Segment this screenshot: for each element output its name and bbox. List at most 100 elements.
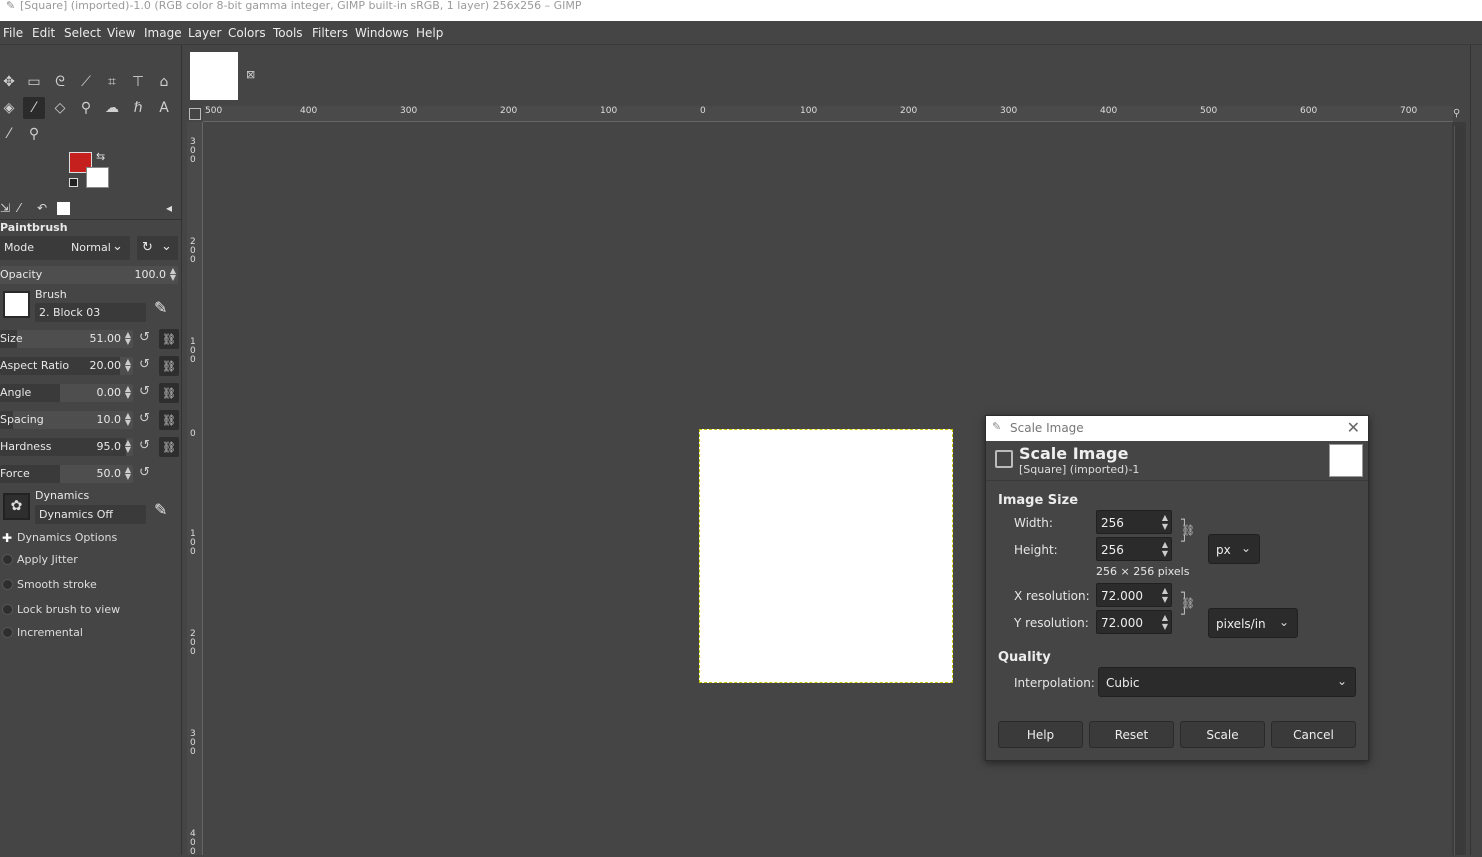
images-tab-icon[interactable] [57,202,70,215]
spin-arrows-icon[interactable]: ▲ ▼ [125,412,131,427]
force-slider[interactable]: Force 50.0 ▲ ▼ [0,465,133,483]
spacing-slider[interactable]: Spacing 10.0 ▲ ▼ [0,411,133,429]
link-hardness-icon[interactable]: ⛓ [159,437,179,457]
chain-link-size-icon[interactable]: ┐ ⛓ ┘ [1181,514,1195,547]
spin-arrows-icon[interactable]: ▲ ▼ [125,331,131,346]
paintbrush-tool-icon[interactable]: ⁄ [23,97,45,119]
scale-button[interactable]: Scale [1180,721,1265,748]
text-tool-icon[interactable]: A [153,97,175,119]
menu-file[interactable]: File [3,26,23,40]
image-tab-thumbnail[interactable] [190,52,238,100]
spin-arrows-icon[interactable]: ▲ ▼ [125,358,131,373]
dialog-titlebar[interactable]: ✎ Scale Image ✕ [986,416,1368,441]
dynamics-field[interactable]: Dynamics Off [35,505,146,524]
crop-tool-icon[interactable]: ⌗ [101,71,123,93]
width-input[interactable]: 256 ▲ ▼ [1096,510,1172,534]
chain-link-resolution-icon[interactable]: ┐ ⛓ ┘ [1181,587,1195,620]
fuzzy-select-tool-icon[interactable]: ⟋ [75,71,97,93]
rect-select-tool-icon[interactable]: ▭ [23,71,45,93]
device-status-tab-icon[interactable]: ⁄ [18,201,20,215]
spin-arrows-icon[interactable]: ▲ ▼ [125,466,131,481]
scrollbar-thumb[interactable] [1454,126,1464,855]
reset-hardness-icon[interactable]: ↺ [139,438,150,453]
default-colors-icon[interactable] [69,178,78,187]
undo-history-tab-icon[interactable]: ↶ [37,201,47,215]
clone-tool-icon[interactable]: ⚲ [75,97,97,119]
image-canvas[interactable] [699,429,953,683]
mode-reset-combo[interactable]: ↻ ⌄ [137,236,178,260]
transform-tool-icon[interactable]: ⊤ [127,71,149,93]
cancel-button[interactable]: Cancel [1271,721,1356,748]
edit-dynamics-icon[interactable]: ✎ [154,500,167,519]
incremental-checkbox[interactable] [2,627,13,638]
interpolation-combo[interactable]: Cubic ⌄ [1098,667,1356,697]
close-icon[interactable]: ✕ [1347,418,1360,437]
warp-tool-icon[interactable]: ⌂ [153,71,175,93]
reset-aspect-icon[interactable]: ↺ [139,357,150,372]
horizontal-ruler[interactable]: 500 400 300 200 100 0 100 200 300 400 50… [203,106,1453,122]
dock-menu-icon[interactable]: ◂ [166,201,172,215]
zoom-fit-icon[interactable]: ⚲ [1453,108,1466,121]
link-spacing-icon[interactable]: ⛓ [159,410,179,430]
tool-options-tab-icon[interactable]: ⇲ [0,201,10,215]
quick-mask-icon[interactable] [189,108,201,120]
hardness-slider[interactable]: Hardness 95.0 ▲ ▼ [0,438,133,456]
lock-brush-checkbox[interactable] [2,604,13,615]
reset-force-icon[interactable]: ↺ [139,465,150,480]
spin-arrows-icon[interactable]: ▲ ▼ [170,267,176,282]
x-resolution-input[interactable]: 72.000 ▲ ▼ [1096,583,1172,607]
apply-jitter-checkbox[interactable] [2,554,13,565]
spin-arrows-icon[interactable]: ▲ ▼ [1162,586,1168,604]
y-resolution-input[interactable]: 72.000 ▲ ▼ [1096,610,1172,634]
mode-combo[interactable]: Mode Normal ⌄ [0,236,130,260]
size-slider[interactable]: Size 51.00 ▲ ▼ [0,330,133,348]
menu-filters[interactable]: Filters [312,26,348,40]
opacity-slider[interactable]: Opacity 100.0 ▲ ▼ [0,266,178,284]
menu-view[interactable]: View [107,26,135,40]
menu-colors[interactable]: Colors [228,26,266,40]
smooth-stroke-checkbox[interactable] [2,579,13,590]
edit-brush-icon[interactable]: ✎ [154,298,167,317]
dynamics-options-expander[interactable]: Dynamics Options [17,531,117,544]
vertical-scrollbar[interactable] [1452,122,1466,855]
spin-arrows-icon[interactable]: ▲ ▼ [1162,513,1168,531]
spin-arrows-icon[interactable]: ▲ ▼ [1162,540,1168,558]
lasso-tool-icon[interactable]: ᘓ [49,71,71,93]
link-size-icon[interactable]: ⛓ [159,329,179,349]
zoom-tool-icon[interactable]: ⚲ [23,123,45,145]
height-input[interactable]: 256 ▲ ▼ [1096,537,1172,561]
color-picker-tool-icon[interactable]: ⁄ [0,123,20,145]
swap-colors-icon[interactable]: ⇆ [96,150,105,163]
link-aspect-icon[interactable]: ⛓ [159,356,179,376]
menu-edit[interactable]: Edit [32,26,55,40]
angle-slider[interactable]: Angle 0.00 ▲ ▼ [0,384,133,402]
reset-angle-icon[interactable]: ↺ [139,384,150,399]
spin-arrows-icon[interactable]: ▲ ▼ [125,439,131,454]
size-unit-combo[interactable]: px ⌄ [1208,534,1260,564]
resolution-unit-combo[interactable]: pixels/in ⌄ [1208,608,1298,638]
expand-plus-icon[interactable]: ✚ [2,531,12,545]
aspect-ratio-slider[interactable]: Aspect Ratio 20.00 ▲ ▼ [0,357,133,375]
help-button[interactable]: Help [998,721,1083,748]
paths-tool-icon[interactable]: ℏ [127,97,149,119]
menu-layer[interactable]: Layer [188,26,221,40]
menu-select[interactable]: Select [64,26,101,40]
menu-help[interactable]: Help [416,26,443,40]
menu-windows[interactable]: Windows [355,26,409,40]
brush-preview[interactable] [3,291,30,318]
bucket-fill-tool-icon[interactable]: ◈ [0,97,20,119]
reset-spacing-icon[interactable]: ↺ [139,411,150,426]
background-color-swatch[interactable] [86,167,109,188]
dynamics-icon[interactable]: ✿ [3,493,30,520]
menu-image[interactable]: Image [144,26,182,40]
spin-arrows-icon[interactable]: ▲ ▼ [1162,613,1168,631]
smudge-tool-icon[interactable]: ☁ [101,97,123,119]
move-tool-icon[interactable]: ✥ [0,71,20,93]
eraser-tool-icon[interactable]: ◇ [49,97,71,119]
reset-size-icon[interactable]: ↺ [139,330,150,345]
spin-arrows-icon[interactable]: ▲ ▼ [125,385,131,400]
link-angle-icon[interactable]: ⛓ [159,383,179,403]
close-tab-icon[interactable]: ⊠ [246,68,255,81]
brush-name-field[interactable]: 2. Block 03 [35,303,146,322]
reset-button[interactable]: Reset [1089,721,1174,748]
